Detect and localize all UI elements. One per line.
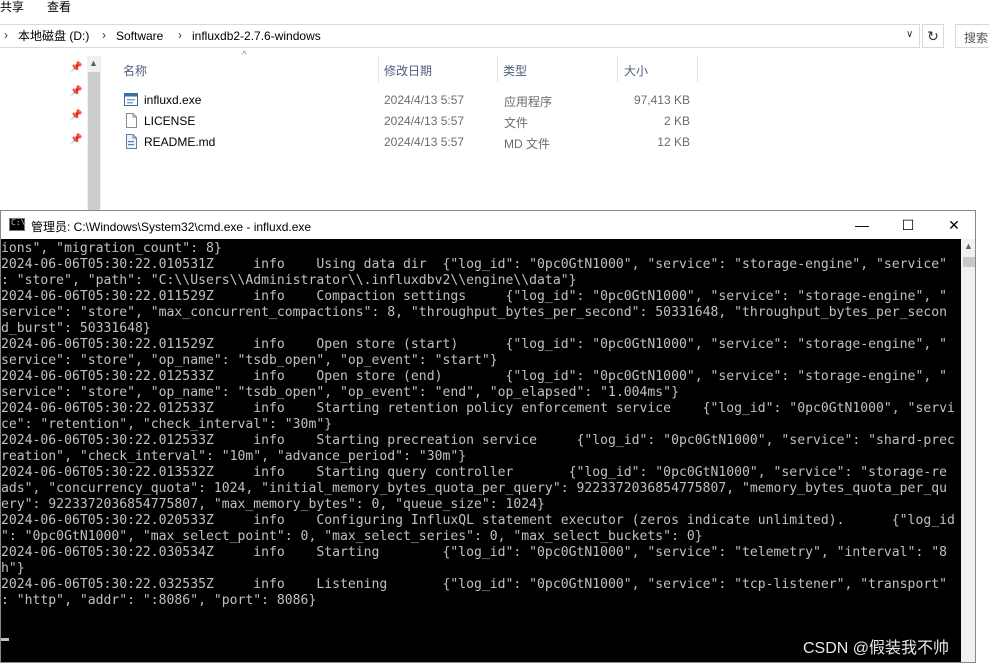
console-line: d_burst": 50331648} [1,321,151,336]
file-size: 2 KB [663,114,690,128]
scroll-up-icon[interactable]: ▲ [964,241,973,251]
chevron-right-icon[interactable]: › [102,28,106,42]
console-line: ery": 9223372036854775807, "max_memory_b… [1,497,545,512]
file-date: 2024/4/13 5:57 [384,114,465,128]
maximize-button[interactable]: ☐ [885,211,931,239]
column-header-name[interactable]: 名称 [123,62,147,79]
cmd-window-title: 管理员: C:\Windows\System32\cmd.exe - influ… [31,220,312,234]
tab-view[interactable]: 查看 [47,0,71,14]
pin-icon[interactable]: 📌 [70,134,82,145]
console-line: h"} [1,561,25,576]
console-scrollbar[interactable] [961,239,975,662]
console-line: service": "store", "max_concurrent_compa… [1,305,947,320]
cmd-window[interactable]: C:\ 管理员: C:\Windows\System32\cmd.exe - i… [0,210,976,663]
refresh-icon[interactable]: ↻ [922,24,944,48]
console-line: 2024-06-06T05:30:22.012533Z info Startin… [1,401,955,416]
console-line: reation", "check_interval": "10m", "adva… [1,449,467,464]
file-type: MD 文件 [504,137,550,151]
address-bar[interactable]: › 本地磁盘 (D:) › Software › influxdb2-2.7.6… [0,24,920,48]
pin-icon[interactable]: 📌 [70,86,82,97]
console-line: ions", "migration_count": 8} [1,241,222,256]
console-line: ": "0pc0GtN1000", "max_select_point": 0,… [1,529,703,544]
console-line: ce": "retention", "check_interval": "30m… [1,417,333,432]
console-line: 2024-06-06T05:30:22.012533Z info Open st… [1,369,947,384]
file-row-readme[interactable]: README.md 2024/4/13 5:57 MD 文件 12 KB [122,132,702,152]
column-divider[interactable] [697,56,698,82]
tab-share[interactable]: 共享 [0,0,24,14]
column-header-size[interactable]: 大小 [624,62,648,79]
console-line: 2024-06-06T05:30:22.013532Z info Startin… [1,465,947,480]
console-line: 2024-06-06T05:30:22.012533Z info Startin… [1,433,955,448]
file-name: README.md [144,135,216,149]
console-line: ads", "concurrency_quota": 1024, "initia… [1,481,947,496]
chevron-right-icon[interactable]: › [4,28,8,42]
scroll-up-icon[interactable]: ▲ [89,58,98,68]
column-header-date[interactable]: 修改日期 [384,62,432,79]
minimize-button[interactable]: — [839,211,885,239]
breadcrumb-software[interactable]: Software [116,29,163,44]
console-line: service": "store", "op_name": "tsdb_open… [1,385,679,400]
search-input[interactable]: 搜索 [955,24,989,48]
console-line: 2024-06-06T05:30:22.011529Z info Compact… [1,289,947,304]
file-date: 2024/4/13 5:57 [384,135,465,149]
file-name: influxd.exe [144,93,202,107]
markdown-file-icon [126,134,137,149]
text-cursor [1,638,9,641]
console-line: : "store", "path": "C:\\Users\\Administr… [1,273,577,288]
file-row-license[interactable]: LICENSE 2024/4/13 5:57 文件 2 KB [122,111,702,131]
address-bar-row: › 本地磁盘 (D:) › Software › influxdb2-2.7.6… [0,24,989,50]
column-divider[interactable] [497,56,498,82]
console-line: service": "store", "op_name": "tsdb_open… [1,353,498,368]
breadcrumb-influxdb-folder[interactable]: influxdb2-2.7.6-windows [192,29,321,44]
cmd-title-bar[interactable]: C:\ 管理员: C:\Windows\System32\cmd.exe - i… [1,211,975,239]
file-icon [126,113,137,128]
close-button[interactable]: ✕ [931,211,975,239]
exe-file-icon [124,93,138,106]
column-divider[interactable] [378,56,379,82]
cmd-icon-label: C:\ [11,218,26,227]
ribbon-tabs: 共享 查看 [0,0,989,18]
console-line: 2024-06-06T05:30:22.011529Z info Open st… [1,337,947,352]
file-row-influxd-exe[interactable]: influxd.exe 2024/4/13 5:57 应用程序 97,413 K… [122,90,702,110]
console-line: : "http", "addr": ":8086", "port": 8086} [1,593,317,608]
console-scrollbar-thumb[interactable] [963,257,975,267]
file-date: 2024/4/13 5:57 [384,93,465,107]
file-type: 文件 [504,116,529,130]
column-header-type[interactable]: 类型 [503,62,527,79]
chevron-right-icon[interactable]: › [178,28,182,42]
console-output[interactable]: ions", "migration_count": 8} 2024-06-06T0… [1,241,961,662]
console-line: 2024-06-06T05:30:22.010531Z info Using d… [1,257,947,272]
column-divider[interactable] [617,56,618,82]
console-line: 2024-06-06T05:30:22.030534Z info Startin… [1,545,947,560]
breadcrumb-drive[interactable]: 本地磁盘 (D:) [18,29,89,44]
nav-scrollbar-thumb[interactable] [88,72,100,212]
file-name: LICENSE [144,114,196,128]
console-line: 2024-06-06T05:30:22.020533Z info Configu… [1,513,955,528]
cmd-icon[interactable]: C:\ [9,218,25,231]
pin-icon[interactable]: 📌 [70,110,82,121]
file-size: 97,413 KB [633,93,690,107]
file-type: 应用程序 [504,95,553,109]
chevron-down-icon[interactable]: ∨ [906,29,913,40]
sort-ascending-icon: ^ [242,50,247,61]
pin-icon[interactable]: 📌 [70,62,82,73]
watermark: CSDN @假装我不帅 [803,640,950,657]
file-size: 12 KB [657,135,690,149]
console-line: 2024-06-06T05:30:22.032535Z info Listeni… [1,577,947,592]
